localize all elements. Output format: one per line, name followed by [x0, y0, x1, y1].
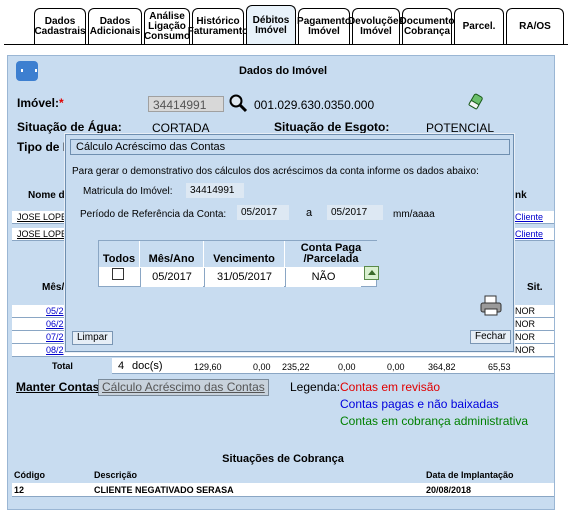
tab-parcelamento[interactable]: Parcel.	[454, 8, 504, 44]
conta-sit-4: NOR	[515, 345, 535, 355]
limpar-button[interactable]: Limpar	[72, 331, 113, 345]
tab-analise-ligacao-consumo[interactable]: Análise Ligação Consumo	[144, 8, 190, 44]
periodo-formato: mm/aaaa	[393, 209, 435, 220]
tab-devolucoes-imovel[interactable]: Devoluções Imóvel	[348, 8, 404, 44]
row-vencimento: 31/05/2017	[204, 268, 284, 287]
tab-pagamento-imovel[interactable]: Pagamento Imóvel	[297, 8, 351, 44]
periodo-separator: a	[306, 207, 313, 219]
cobranca-title: Situações de Cobrança	[12, 450, 554, 468]
contas-table: Todos Mês/Ano Vencimento Conta Paga /Par…	[98, 240, 377, 287]
modal-title: Cálculo Acréscimo das Contas	[70, 139, 510, 155]
total-valor-6: 364,82	[428, 362, 456, 372]
conta-mes-1[interactable]: 05/2	[46, 306, 64, 316]
periodo-fim-input[interactable]: 05/2017	[327, 205, 383, 220]
chat-icon[interactable]	[16, 61, 38, 81]
tab-dados-adicionais[interactable]: Dados Adicionais	[88, 8, 142, 44]
clientes-col-nome: Nome d	[28, 190, 65, 201]
cobranca-codigo: 12	[14, 485, 25, 495]
cobranca-descricao: CLIENTE NEGATIVADO SERASA	[94, 485, 234, 495]
dados-imovel-title: Dados do Imóvel	[12, 60, 554, 82]
cobranca-col-data: Data de Implantação	[426, 470, 514, 480]
cliente-link-1[interactable]: Cliente	[515, 212, 543, 222]
modal-instruction: Para gerar o demonstrativo dos cálculos …	[72, 166, 479, 177]
legend-revisao: Contas em revisão	[340, 380, 441, 394]
legend-cobranca-adm: Contas em cobrança administrativa	[340, 414, 529, 428]
cliente-nome-1[interactable]: JOSE LOPE	[17, 212, 67, 222]
manter-contas-link[interactable]: Manter Contas	[16, 380, 99, 394]
total-valor-3: 235,22	[282, 362, 310, 372]
matricula-value: 34414991	[186, 183, 244, 198]
contas-col-sit: Sit.	[527, 282, 543, 293]
tab-bar: Dados Cadastrais Dados Adicionais Anális…	[4, 3, 568, 45]
situacao-esgoto-label: Situação de Esgoto:	[274, 120, 390, 134]
legend-label: Legenda:	[290, 380, 341, 394]
total-valor-1: 129,60	[194, 362, 222, 372]
total-valor-2: 0,00	[253, 362, 271, 372]
total-valor-4: 0,00	[338, 362, 356, 372]
cliente-nome-2[interactable]: JOSE LOPE	[17, 229, 67, 239]
row-conta-paga: NÃO	[285, 268, 361, 287]
tab-bar-divider	[4, 44, 568, 45]
conta-sit-1: NOR	[515, 306, 535, 316]
conta-mes-2[interactable]: 06/2	[46, 319, 64, 329]
tab-historico-faturamento[interactable]: Histórico Faturamento	[188, 8, 248, 44]
row-select-checkbox[interactable]	[112, 268, 124, 280]
tab-dados-cadastrais[interactable]: Dados Cadastrais	[34, 8, 86, 44]
row-mes-ano: 05/2017	[140, 268, 203, 287]
col-todos[interactable]: Todos	[99, 241, 139, 267]
situacao-agua-label: Situação de Água:	[17, 120, 122, 134]
inscricao-value: 001.029.630.0350.000	[250, 97, 462, 113]
fechar-button[interactable]: Fechar	[470, 330, 512, 344]
printer-icon[interactable]	[479, 295, 503, 317]
tab-debitos-imovel[interactable]: Débitos Imóvel	[246, 5, 296, 45]
periodo-label: Período de Referência da Conta:	[80, 209, 227, 220]
search-icon[interactable]	[228, 93, 248, 113]
cobranca-data: 20/08/2018	[426, 485, 472, 495]
cobranca-col-codigo: Código	[14, 470, 45, 480]
cobranca-col-descricao: Descrição	[94, 470, 138, 480]
total-label: Total	[52, 361, 73, 371]
clientes-col-link: nk	[515, 190, 527, 201]
conta-sit-3: NOR	[515, 332, 535, 342]
contas-col-mes: Mês/	[42, 282, 65, 293]
col-mes-ano: Mês/Ano	[140, 241, 203, 267]
conta-mes-3[interactable]: 07/2	[46, 332, 64, 342]
legend-pagas: Contas pagas e não baixadas	[340, 397, 499, 411]
scroll-up-button[interactable]	[364, 266, 379, 280]
tab-ra-os[interactable]: RA/OS	[506, 8, 564, 44]
total-qtd: 4	[118, 360, 125, 372]
calculo-acrescimo-modal: Cálculo Acréscimo das Contas Para gerar …	[65, 134, 514, 352]
conta-mes-4[interactable]: 08/2	[46, 345, 64, 355]
eraser-icon[interactable]	[468, 93, 484, 111]
total-valor-7: 65,53	[488, 362, 511, 372]
total-valor-5: 0,00	[387, 362, 405, 372]
col-conta-paga: Conta Paga /Parcelada	[285, 241, 377, 267]
imovel-input[interactable]: 34414991	[148, 96, 224, 112]
tipo-ligacao-label: Tipo de L	[17, 140, 71, 154]
imovel-label: Imóvel:*	[17, 96, 64, 110]
periodo-inicio-input[interactable]: 05/2017	[237, 205, 289, 220]
total-docs: doc(s)	[132, 360, 163, 372]
tab-documento-cobranca[interactable]: Documento Cobrança	[400, 8, 455, 44]
cliente-link-2[interactable]: Cliente	[515, 229, 543, 239]
calculo-acrescimo-button[interactable]: Cálculo Acréscimo das Contas	[98, 379, 269, 396]
conta-sit-2: NOR	[515, 319, 535, 329]
matricula-label: Matricula do Imóvel:	[83, 186, 173, 197]
col-vencimento: Vencimento	[204, 241, 284, 267]
